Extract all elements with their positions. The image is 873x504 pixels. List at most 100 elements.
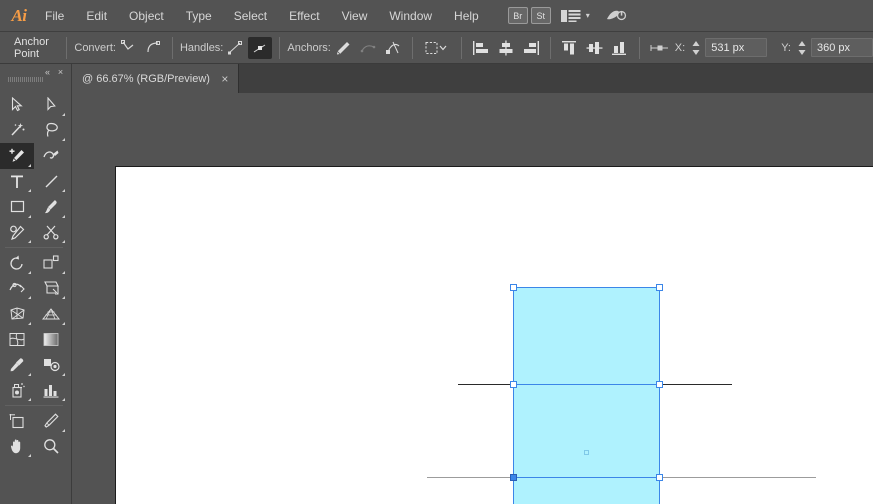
workspace-switcher[interactable]: ▾ — [561, 9, 590, 23]
menu-type[interactable]: Type — [175, 0, 223, 32]
connect-selected-endpoints-icon[interactable] — [356, 37, 380, 59]
path-edge-bottom — [513, 477, 660, 478]
document-tab-label: @ 66.67% (RGB/Preview) — [82, 73, 210, 85]
stock-button[interactable]: St — [531, 7, 551, 24]
show-handles-icon[interactable] — [223, 37, 247, 59]
anchor-top-right[interactable] — [656, 284, 663, 291]
flyout-indicator-icon — [62, 189, 65, 192]
shaper-tool[interactable] — [0, 220, 34, 246]
flyout-indicator-icon — [28, 240, 31, 243]
cut-path-at-selected-anchors-icon[interactable] — [381, 37, 405, 59]
selection-tool[interactable] — [0, 92, 34, 118]
workspace-switcher-icon — [561, 9, 581, 23]
x-position-input[interactable] — [705, 38, 767, 57]
menu-object[interactable]: Object — [118, 0, 175, 32]
search-stock-button[interactable] — [605, 8, 627, 24]
bridge-button[interactable]: Br — [508, 7, 528, 24]
anchors-label: Anchors: — [287, 42, 330, 54]
flyout-indicator-icon — [28, 373, 31, 376]
eyedropper-tool[interactable] — [0, 352, 34, 378]
lasso-tool[interactable] — [34, 118, 68, 144]
anchor-middle-right[interactable] — [656, 381, 663, 388]
control-bar: Anchor Point Convert: Handles: — [0, 32, 873, 64]
horizontal-align-left-icon[interactable] — [469, 37, 493, 59]
flyout-indicator-icon — [62, 296, 65, 299]
isolate-selected-object-icon[interactable] — [420, 37, 454, 59]
chevron-down-icon: ▾ — [586, 11, 590, 20]
shape-builder-tool[interactable] — [0, 301, 34, 327]
hide-handles-icon[interactable] — [248, 37, 272, 59]
align-horizontal-group — [469, 37, 543, 59]
menu-select[interactable]: Select — [223, 0, 278, 32]
vertical-align-top-icon[interactable] — [558, 37, 582, 59]
transform-reference-point-icon[interactable] — [647, 37, 673, 59]
gradient-tool[interactable] — [34, 327, 68, 353]
width-tool[interactable] — [0, 276, 34, 302]
vertical-align-bottom-icon[interactable] — [608, 37, 632, 59]
anchors-buttons — [331, 37, 405, 59]
anchor-bottom-left[interactable] — [510, 474, 517, 481]
direct-selection-tool[interactable] — [34, 92, 68, 118]
close-icon[interactable]: × — [54, 66, 67, 78]
path-edge-top — [513, 287, 660, 288]
free-transform-tool[interactable] — [34, 276, 68, 302]
convert-to-smooth-icon[interactable] — [141, 37, 165, 59]
perspective-grid-tool[interactable] — [34, 301, 68, 327]
symbol-sprayer-tool[interactable] — [0, 378, 34, 404]
divider — [461, 37, 462, 59]
document-tab-bar: @ 66.67% (RGB/Preview) × — [0, 64, 873, 93]
horizontal-align-right-icon[interactable] — [519, 37, 543, 59]
menu-help[interactable]: Help — [443, 0, 490, 32]
tool-palette: « × — [0, 64, 72, 504]
scissors-tool[interactable] — [34, 220, 68, 246]
menu-edit[interactable]: Edit — [75, 0, 118, 32]
horizontal-align-center-icon[interactable] — [494, 37, 518, 59]
slice-tool[interactable] — [34, 408, 68, 434]
x-position-field-group: X: — [675, 38, 767, 58]
x-stepper[interactable] — [690, 38, 702, 58]
flyout-indicator-icon — [28, 271, 31, 274]
artboard-tool[interactable] — [0, 408, 34, 434]
menubar-right-cluster: Br St ▾ — [508, 7, 627, 24]
artboard[interactable] — [115, 166, 873, 504]
canvas-area[interactable] — [72, 93, 873, 504]
remove-selected-anchors-icon[interactable] — [331, 37, 355, 59]
flyout-indicator-icon — [62, 398, 65, 401]
add-anchor-point-tool[interactable] — [0, 143, 34, 169]
zoom-tool[interactable] — [34, 434, 68, 460]
anchor-middle-left[interactable] — [510, 381, 517, 388]
handles-buttons — [223, 37, 272, 59]
paintbrush-tool[interactable] — [34, 194, 68, 220]
close-icon[interactable]: × — [219, 72, 231, 86]
rectangle-tool[interactable] — [0, 194, 34, 220]
anchor-bottom-right[interactable] — [656, 474, 663, 481]
line-segment-tool[interactable] — [34, 169, 68, 195]
rectangle-path-fill[interactable] — [513, 287, 659, 504]
menu-window[interactable]: Window — [378, 0, 443, 32]
magic-wand-tool[interactable] — [0, 118, 34, 144]
curvature-tool[interactable] — [34, 143, 68, 169]
hand-tool[interactable] — [0, 434, 34, 460]
document-tab[interactable]: @ 66.67% (RGB/Preview) × — [72, 64, 239, 93]
y-position-input[interactable] — [811, 38, 873, 57]
menu-file[interactable]: File — [34, 0, 75, 32]
anchor-top-left[interactable] — [510, 284, 517, 291]
vertical-align-center-icon[interactable] — [583, 37, 607, 59]
y-stepper[interactable] — [796, 38, 808, 58]
flyout-indicator-icon — [62, 113, 65, 116]
menu-items: File Edit Object Type Select Effect View… — [34, 0, 490, 32]
mesh-tool[interactable] — [0, 327, 34, 353]
flyout-indicator-icon — [62, 215, 65, 218]
column-graph-tool[interactable] — [34, 378, 68, 404]
blend-tool[interactable] — [34, 352, 68, 378]
divider — [279, 37, 280, 59]
type-tool[interactable] — [0, 169, 34, 195]
rotate-tool[interactable] — [0, 250, 34, 276]
flyout-indicator-icon — [62, 373, 65, 376]
convert-to-corner-icon[interactable] — [116, 37, 140, 59]
y-position-field-group: Y: — [781, 38, 873, 58]
drag-grip[interactable] — [8, 77, 44, 82]
menu-view[interactable]: View — [331, 0, 379, 32]
scale-tool[interactable] — [34, 250, 68, 276]
menu-effect[interactable]: Effect — [278, 0, 330, 32]
